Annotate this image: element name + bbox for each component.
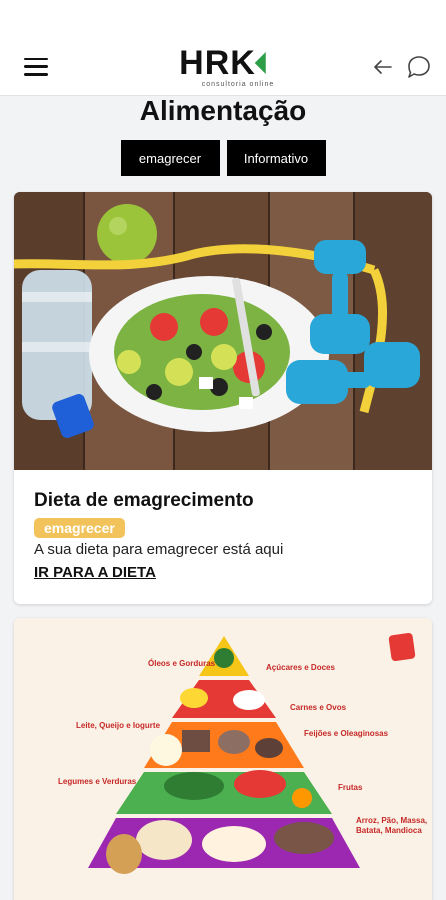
page-title: Alimentação [139, 95, 307, 126]
chat-bubble-icon[interactable] [406, 54, 432, 80]
pyramid-label-frutas: Frutas [338, 783, 363, 792]
hamburger-menu-icon[interactable] [24, 57, 48, 76]
card-title: Dieta de emagrecimento [34, 490, 254, 511]
pyramid-label-leite: Leite, Queijo e Iogurte [76, 721, 161, 730]
logo-arrow-icon [254, 52, 266, 74]
filter-bar: emagrecer Informativo [14, 140, 432, 176]
pyramid-label-acucares: Açúcares e Doces [266, 663, 335, 672]
pyramid-label-carnes: Carnes e Ovos [290, 703, 347, 712]
status-bar [0, 0, 446, 38]
app-bar: HRK consultoria online [0, 38, 446, 96]
arrow-left-icon[interactable] [370, 54, 396, 80]
food-pyramid-card[interactable]: Óleos e Gorduras Açúcares e Doces Carnes… [14, 618, 432, 900]
diet-food-photo [14, 192, 432, 470]
card-description: A sua dieta para emagrecer está aqui [34, 541, 284, 558]
app-logo: HRK consultoria online [172, 46, 274, 88]
food-pyramid-illustration: Óleos e Gorduras Açúcares e Doces Carnes… [14, 618, 432, 900]
filter-informativo-button[interactable]: Informativo [226, 140, 326, 176]
logo-subtitle: consultoria online [201, 81, 275, 88]
filter-emagrecer-button[interactable]: emagrecer [120, 140, 220, 176]
pyramid-label-feijoes: Feijões e Oleaginosas [304, 729, 389, 738]
diet-card[interactable]: Dieta de emagrecimento emagrecer A sua d… [14, 192, 432, 604]
logo-text: HRK [179, 44, 256, 82]
pyramid-label-oleos: Óleos e Gorduras [148, 659, 216, 668]
category-tag: emagrecer [34, 518, 125, 538]
go-to-diet-link[interactable]: IR PARA A DIETA [34, 564, 156, 581]
pyramid-label-legumes: Legumes e Verduras [58, 777, 137, 786]
pyramid-label-arroz: Arroz, Pão, Massa, Batata, Mandioca [356, 816, 428, 835]
